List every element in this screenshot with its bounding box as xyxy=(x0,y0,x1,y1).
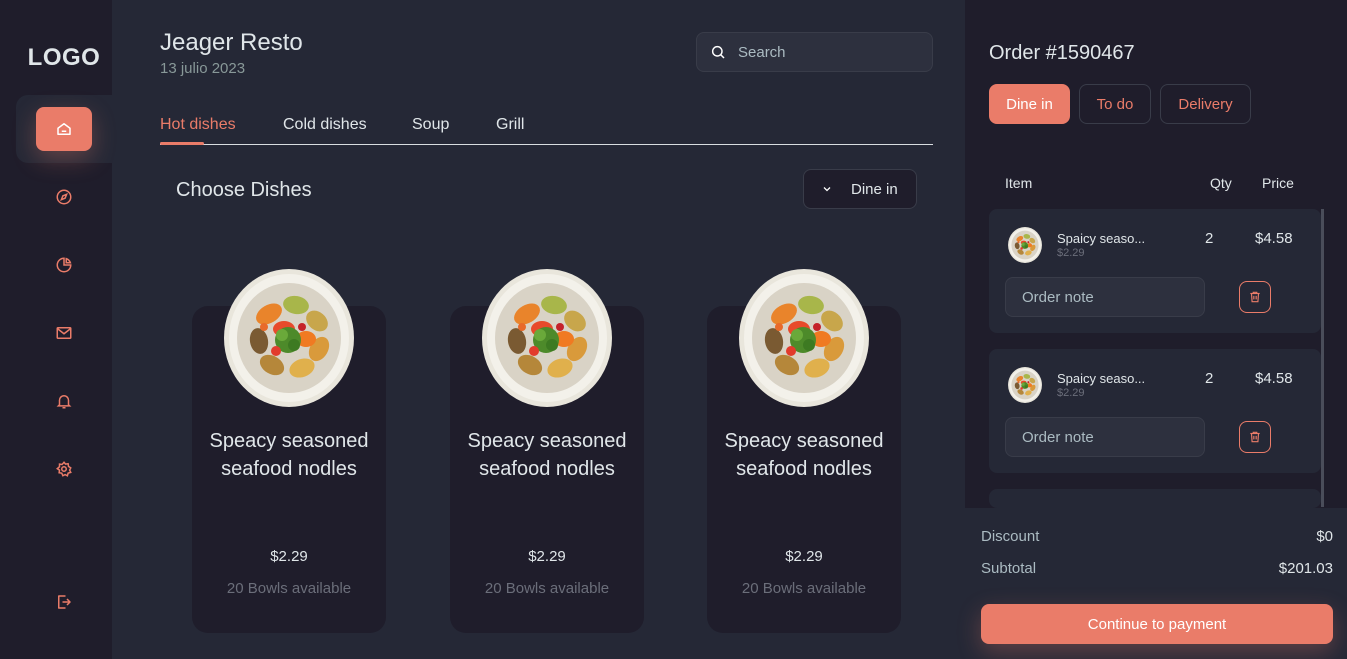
sidebar: LOGO xyxy=(0,0,112,659)
restaurant-title: Jeager Resto xyxy=(160,29,303,56)
column-header-price: Price xyxy=(1262,175,1294,191)
settings-icon xyxy=(55,461,72,477)
subtotal-label: Subtotal xyxy=(981,560,1037,577)
dish-availability: 20 Bowls available xyxy=(484,580,610,597)
active-tab-indicator xyxy=(160,142,204,145)
dish-image xyxy=(482,269,612,407)
compass-icon xyxy=(56,189,72,205)
order-mode-to-do[interactable]: To do xyxy=(1079,84,1151,124)
discount-label: Discount xyxy=(981,528,1040,545)
nav-dashboard-button[interactable] xyxy=(36,243,92,287)
order-list-scrollbar[interactable] xyxy=(1321,209,1324,507)
dish-availability: 20 Bowls available xyxy=(226,580,352,597)
order-item-name: Spaicy seaso... xyxy=(1057,371,1146,386)
nav-logout-button[interactable] xyxy=(36,580,92,624)
order-item xyxy=(989,489,1321,508)
dish-price: $2.29 xyxy=(270,548,308,565)
nav-notifications-button[interactable] xyxy=(36,379,92,423)
subtotal-value: $201.03 xyxy=(1278,560,1333,577)
tab-cold-dishes[interactable]: Cold dishes xyxy=(283,116,367,134)
order-summary: Discount $0 Subtotal $201.03 Continue to… xyxy=(965,508,1347,659)
delete-item-button[interactable] xyxy=(1239,281,1271,313)
order-item-thumbnail xyxy=(1008,367,1042,403)
header-date: 13 julio 2023 xyxy=(160,60,246,77)
delete-item-button[interactable] xyxy=(1239,421,1271,453)
order-mode-dine-in[interactable]: Dine in xyxy=(989,84,1070,124)
order-item-unit-price: $2.29 xyxy=(1057,387,1085,399)
order-note-input[interactable]: Order note xyxy=(1005,417,1205,457)
order-item-name: Spaicy seaso... xyxy=(1057,231,1146,246)
order-panel: Order #1590467 Dine in To do Delivery It… xyxy=(965,0,1347,659)
dish-name: Speacy seasoned seafood nodles xyxy=(724,430,884,480)
dish-price: $2.29 xyxy=(528,548,566,565)
order-item-qty[interactable]: 2 xyxy=(1205,370,1213,387)
dish-availability: 20 Bowls available xyxy=(741,580,867,597)
search-input[interactable] xyxy=(738,43,908,61)
order-item-qty[interactable]: 2 xyxy=(1205,230,1213,247)
column-header-qty: Qty xyxy=(1210,175,1232,191)
tab-soup[interactable]: Soup xyxy=(412,116,449,134)
column-header-item: Item xyxy=(1005,175,1033,191)
category-tabs: Hot dishes Cold dishes Soup Grill xyxy=(160,114,933,145)
order-item-total: $4.58 xyxy=(1255,370,1293,387)
trash-icon xyxy=(1250,291,1260,303)
order-item: Spaicy seaso... $2.29 2 $4.58 Order note xyxy=(989,209,1321,333)
dish-image xyxy=(739,269,869,407)
dish-name: Speacy seasoned seafood nodles xyxy=(209,430,369,480)
section-title: Choose Dishes xyxy=(176,179,312,201)
dine-mode-select[interactable]: Dine in xyxy=(803,169,917,209)
dish-name: Speacy seasoned seafood nodles xyxy=(467,430,627,480)
bell-icon xyxy=(56,395,72,409)
discount-value: $0 xyxy=(1316,528,1333,545)
order-mode-delivery[interactable]: Delivery xyxy=(1160,84,1251,124)
order-item-total: $4.58 xyxy=(1255,230,1293,247)
search-box[interactable] xyxy=(696,32,933,72)
tab-grill[interactable]: Grill xyxy=(496,116,524,134)
continue-to-payment-button[interactable]: Continue to payment xyxy=(981,604,1333,644)
search-icon xyxy=(711,45,725,59)
dish-image xyxy=(224,269,354,407)
pie-chart-icon xyxy=(56,257,72,273)
logout-icon xyxy=(58,595,71,609)
order-note-input[interactable]: Order note xyxy=(1005,277,1205,317)
chevron-down-icon xyxy=(823,187,831,192)
order-item: Spaicy seaso... $2.29 2 $4.58 Order note xyxy=(989,349,1321,473)
home-icon xyxy=(57,123,71,135)
order-item-unit-price: $2.29 xyxy=(1057,247,1085,259)
logo: LOGO xyxy=(27,44,101,71)
nav-discover-button[interactable] xyxy=(36,175,92,219)
tab-hot-dishes[interactable]: Hot dishes xyxy=(160,116,236,134)
dish-price: $2.29 xyxy=(785,548,823,565)
mail-icon xyxy=(56,327,72,339)
trash-icon xyxy=(1250,431,1260,443)
order-title: Order #1590467 xyxy=(989,42,1135,64)
order-item-thumbnail xyxy=(1008,227,1042,263)
nav-settings-button[interactable] xyxy=(36,447,92,491)
nav-home-button[interactable] xyxy=(36,107,92,151)
nav-messages-button[interactable] xyxy=(36,311,92,355)
dine-mode-value: Dine in xyxy=(851,180,898,198)
